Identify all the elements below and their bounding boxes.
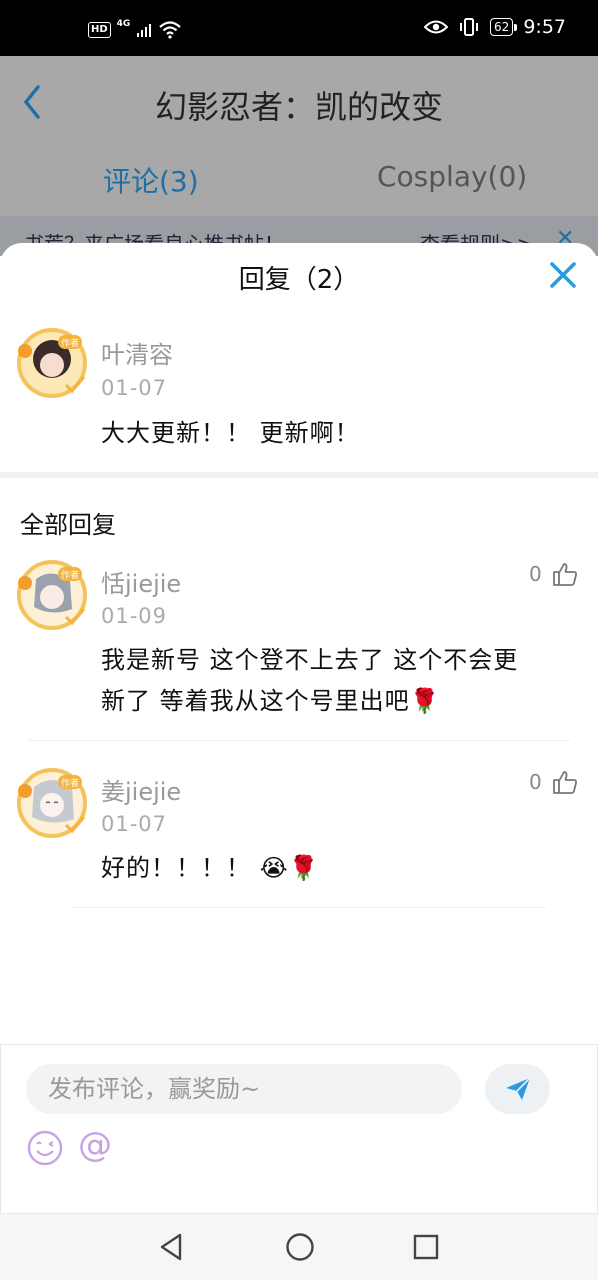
reply-author-name[interactable]: 姜jiejie bbox=[101, 772, 181, 807]
author-avatar[interactable]: 作者 bbox=[14, 325, 90, 401]
svg-text:作者: 作者 bbox=[61, 569, 79, 581]
status-bar: HD 4G 62 9:57 bbox=[0, 0, 598, 56]
like-count: 0 bbox=[529, 770, 542, 794]
nav-recent-icon[interactable] bbox=[412, 1232, 440, 1262]
tab-cosplay[interactable]: Cosplay(0) bbox=[377, 160, 527, 193]
reply-date: 01-09 bbox=[101, 604, 168, 628]
comment-date: 01-07 bbox=[101, 376, 168, 400]
mention-button[interactable]: @ bbox=[78, 1125, 112, 1165]
emoji-icon[interactable] bbox=[26, 1129, 64, 1167]
eye-icon bbox=[424, 20, 449, 34]
comment-content: 大大更新！！ 更新啊！ bbox=[101, 419, 360, 447]
sheet-title: 回复（2） bbox=[238, 265, 360, 295]
network-type: 4G bbox=[116, 19, 131, 29]
svg-text:作者: 作者 bbox=[61, 337, 79, 349]
vibrate-icon bbox=[460, 18, 479, 36]
hd-badge: HD bbox=[88, 22, 111, 38]
tab-comments[interactable]: 评论(3) bbox=[103, 160, 199, 200]
like-button[interactable]: 0 bbox=[529, 561, 578, 587]
page-title: 幻影忍者：凯的改变 bbox=[154, 88, 443, 126]
send-icon[interactable] bbox=[504, 1076, 532, 1102]
reply-content-line-1: 我是新号 这个登不上去了 这个不会更 bbox=[101, 646, 519, 674]
like-button[interactable]: 0 bbox=[529, 769, 578, 795]
clock: 9:57 bbox=[523, 16, 566, 38]
comment-composer: @ bbox=[0, 1044, 598, 1214]
background-page: 幻影忍者：凯的改变 评论(3) Cosplay(0) 书荒？来广场看良心推书帖！… bbox=[0, 56, 598, 256]
comment-input[interactable] bbox=[26, 1064, 462, 1114]
close-icon[interactable] bbox=[548, 260, 578, 290]
all-replies-heading: 全部回复 bbox=[20, 511, 116, 539]
reply-divider bbox=[72, 907, 546, 908]
wifi-icon bbox=[159, 21, 182, 39]
comment-author-name[interactable]: 叶清容 bbox=[101, 335, 173, 370]
reply-divider bbox=[28, 740, 570, 741]
like-count: 0 bbox=[529, 562, 542, 586]
send-button[interactable] bbox=[485, 1064, 550, 1114]
reply-avatar[interactable]: 作者 bbox=[14, 765, 90, 841]
thumbs-up-icon[interactable] bbox=[552, 769, 578, 795]
reply-avatar[interactable]: 作者 bbox=[14, 557, 90, 633]
battery-indicator: 62 bbox=[490, 18, 518, 36]
reply-content-line-1: 好的！！！！ 😭🌹 bbox=[101, 854, 320, 882]
thumbs-up-icon[interactable] bbox=[552, 561, 578, 587]
svg-text:作者: 作者 bbox=[61, 777, 79, 789]
signal-icon bbox=[137, 24, 152, 37]
reply-date: 01-07 bbox=[101, 812, 168, 836]
system-nav-bar bbox=[0, 1214, 598, 1280]
reply-content-line-2: 新了 等着我从这个号里出吧🌹 bbox=[101, 687, 441, 715]
section-separator bbox=[0, 472, 598, 478]
nav-back-icon[interactable] bbox=[158, 1232, 184, 1262]
nav-home-icon[interactable] bbox=[285, 1232, 315, 1262]
reply-author-name[interactable]: 恬jiejie bbox=[101, 564, 181, 599]
